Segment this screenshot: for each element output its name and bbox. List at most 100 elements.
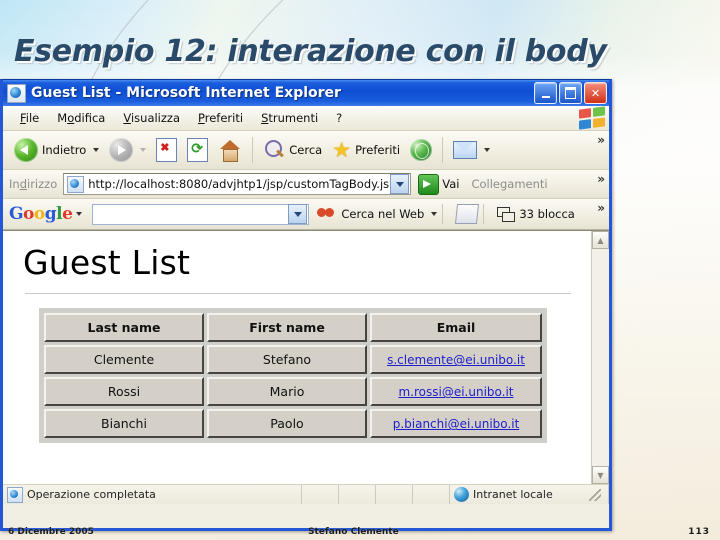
menu-item-file[interactable]: FFileile <box>11 109 48 127</box>
address-dropdown-button[interactable] <box>390 174 410 194</box>
minimize-button[interactable] <box>534 82 557 104</box>
mail-dropdown-caret-icon[interactable] <box>484 148 491 152</box>
status-zone-label: Intranet locale <box>473 488 553 501</box>
go-label: Vai <box>442 177 460 191</box>
status-blank-cell-3 <box>376 485 413 504</box>
close-button[interactable]: ✕ <box>584 82 607 104</box>
status-page-icon <box>7 486 23 503</box>
menu-bar: FFileile Modifica Visualizza Preferiti S… <box>3 106 609 131</box>
menu-item-help[interactable]: ? <box>327 109 351 127</box>
google-history-dropdown-button[interactable] <box>288 204 308 224</box>
back-arrow-icon <box>14 138 38 162</box>
email-link[interactable]: s.clemente@ei.unibo.it <box>387 353 525 367</box>
guest-table: Last name First name Email Clemente Stef… <box>39 308 547 444</box>
google-popup-blocker-button[interactable]: 33 blocca <box>497 207 575 222</box>
links-label[interactable]: Collegamenti <box>471 177 547 191</box>
stop-button[interactable] <box>151 136 182 164</box>
zone-globe-icon <box>454 487 469 502</box>
navigation-toolbar: Indietro Cerca ★ Prefe <box>3 131 609 170</box>
table-header-row: Last name First name Email <box>44 313 542 343</box>
address-overflow-chevron-icon[interactable]: » <box>597 172 605 186</box>
pagerank-icon <box>455 204 480 224</box>
google-pagerank-button[interactable] <box>455 204 480 224</box>
google-search-caret-icon[interactable] <box>431 212 438 216</box>
status-zone-cell[interactable]: Intranet locale <box>450 485 609 504</box>
back-dropdown-caret-icon[interactable] <box>93 148 100 152</box>
popup-blocker-label: 33 blocca <box>519 207 575 221</box>
table-row: Rossi Mario m.rossi@ei.unibo.it <box>44 377 542 407</box>
scroll-down-button[interactable]: ▼ <box>592 466 609 484</box>
email-link[interactable]: p.bianchi@ei.unibo.it <box>393 417 520 431</box>
vertical-scrollbar[interactable]: ▲ ▼ <box>591 231 609 484</box>
window-title: Guest List - Microsoft Internet Explorer <box>31 85 341 101</box>
mail-button[interactable] <box>448 139 495 161</box>
status-blank-cell-4 <box>413 485 450 504</box>
page-favicon-icon <box>67 175 85 193</box>
resize-grip-icon[interactable] <box>589 488 601 501</box>
status-message: Operazione completata <box>27 488 156 501</box>
google-search-input[interactable] <box>92 203 310 225</box>
column-header-last-name: Last name <box>44 313 204 343</box>
go-arrow-icon <box>418 173 440 195</box>
google-toolbar: Google Cerca nel Web 33 blocca » <box>3 199 609 230</box>
page-heading: Guest List <box>23 243 191 282</box>
status-message-cell: Operazione completata <box>3 485 302 504</box>
google-web-search-button[interactable]: Cerca nel Web <box>317 205 438 223</box>
cell-first-name: Paolo <box>207 409 367 439</box>
google-separator-2 <box>483 204 485 224</box>
status-bar: Operazione completata Intranet locale <box>3 484 609 504</box>
forward-dropdown-caret-icon <box>140 148 147 152</box>
status-blank-cell-2 <box>339 485 376 504</box>
column-header-email: Email <box>370 313 542 343</box>
media-globe-icon <box>410 139 433 161</box>
media-button[interactable] <box>405 137 437 163</box>
browser-window: Guest List - Microsoft Internet Explorer… <box>0 79 612 531</box>
google-search-label: Cerca nel Web <box>341 207 425 221</box>
google-separator <box>442 204 444 224</box>
toolbar-overflow-chevron-icon[interactable]: » <box>597 133 605 147</box>
forward-button[interactable] <box>104 136 151 164</box>
page-title: Esempio 12: interazione con il body <box>14 34 607 69</box>
stop-icon <box>156 138 178 162</box>
search-button[interactable]: Cerca <box>258 137 327 163</box>
back-button[interactable]: Indietro <box>9 136 104 164</box>
maximize-icon <box>565 87 576 99</box>
footer-author: Stefano Clemente <box>308 527 399 537</box>
cell-email: p.bianchi@ei.unibo.it <box>370 409 542 439</box>
menu-item-strumenti[interactable]: Strumenti <box>252 109 327 127</box>
minimize-icon <box>541 95 550 98</box>
chevron-down-icon <box>395 181 404 187</box>
cell-email: m.rossi@ei.unibo.it <box>370 377 542 407</box>
windows-flag-logo <box>579 106 605 130</box>
cell-first-name: Stefano <box>207 345 367 375</box>
cell-email: s.clemente@ei.unibo.it <box>370 345 542 375</box>
search-label: Cerca <box>289 143 323 157</box>
footer-date: 6 Dicembre 2005 <box>8 527 94 537</box>
google-logo-caret-icon[interactable] <box>76 212 83 216</box>
forward-arrow-icon <box>109 138 134 162</box>
home-button[interactable] <box>213 138 247 163</box>
address-url-text: http://localhost:8080/advjhtp1/jsp/custo… <box>88 177 391 191</box>
go-button[interactable]: Vai <box>418 173 460 195</box>
star-icon: ★ <box>332 137 352 162</box>
maximize-button[interactable] <box>559 82 582 104</box>
window-titlebar[interactable]: Guest List - Microsoft Internet Explorer… <box>3 80 609 106</box>
refresh-button[interactable] <box>182 136 213 164</box>
slide-canvas: Esempio 12: interazione con il body Gues… <box>0 0 720 540</box>
page-viewport: Guest List Last name First name Email Cl… <box>3 230 609 484</box>
footer-page-number: 113 <box>688 527 710 537</box>
mail-icon <box>453 141 478 159</box>
cell-last-name: Clemente <box>44 345 204 375</box>
window-controls: ✕ <box>534 82 607 104</box>
menu-item-visualizza[interactable]: Visualizza <box>114 109 189 127</box>
email-link[interactable]: m.rossi@ei.unibo.it <box>398 385 513 399</box>
google-overflow-chevron-icon[interactable]: » <box>597 201 605 215</box>
address-input[interactable]: http://localhost:8080/advjhtp1/jsp/custo… <box>63 173 412 195</box>
menu-item-modifica[interactable]: Modifica <box>48 109 114 127</box>
google-search-icon <box>317 205 337 223</box>
scroll-up-button[interactable]: ▲ <box>592 231 609 249</box>
favorites-button[interactable]: ★ Preferiti <box>327 138 405 163</box>
menu-item-preferiti[interactable]: Preferiti <box>189 109 252 127</box>
google-logo: Google <box>9 204 73 224</box>
cell-last-name: Bianchi <box>44 409 204 439</box>
